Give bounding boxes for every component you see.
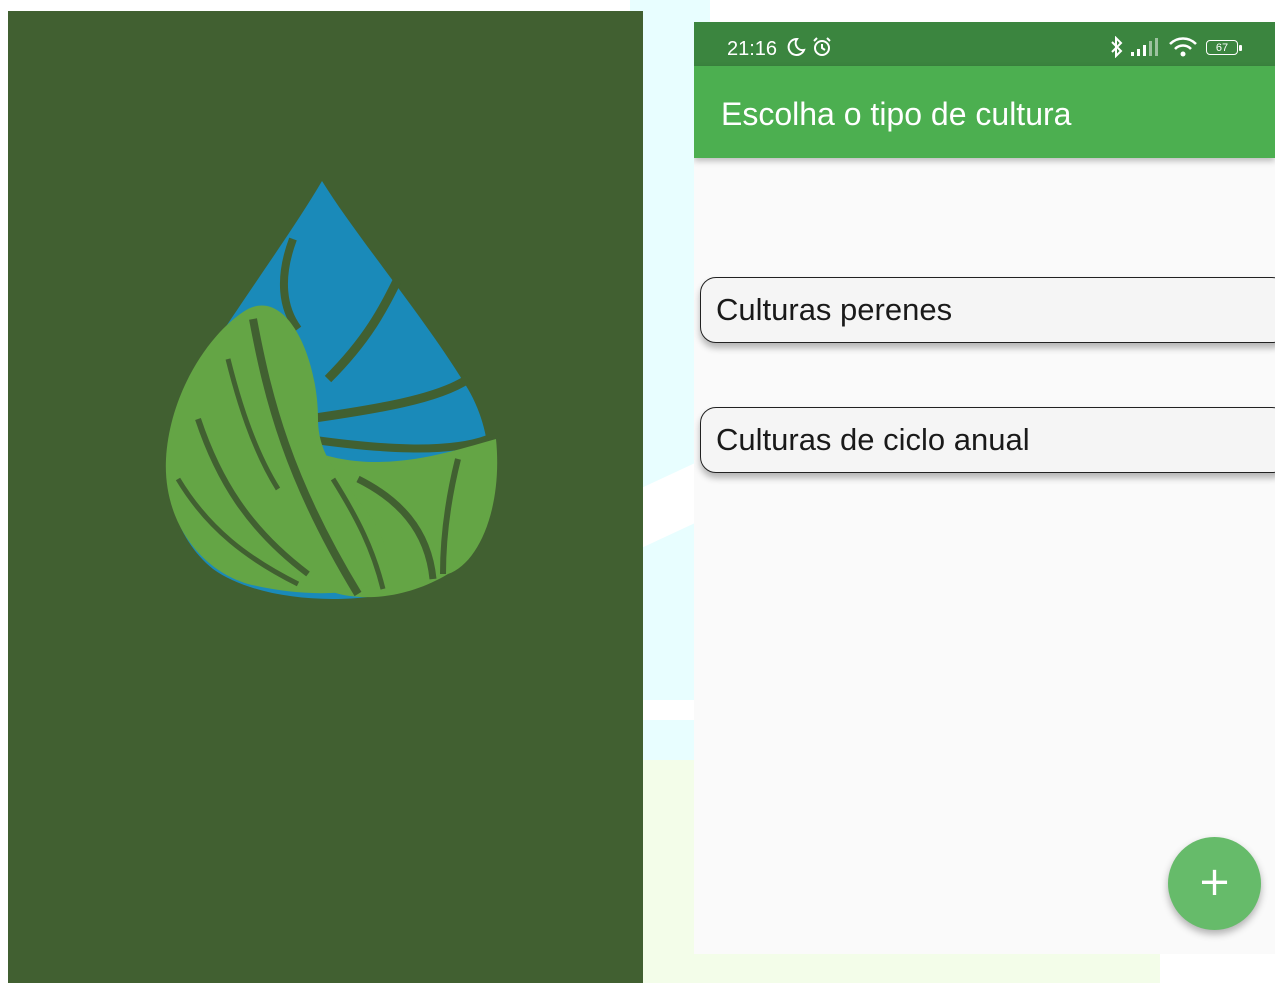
- culturas-perenes-button[interactable]: Culturas perenes: [700, 277, 1275, 343]
- water-leaf-logo-icon: [165, 181, 498, 599]
- plus-icon: +: [1197, 859, 1232, 905]
- signal-icon: [1131, 38, 1158, 56]
- alarm-icon: [813, 37, 831, 56]
- page-title: Escolha o tipo de cultura: [721, 96, 1072, 132]
- culturas-ciclo-anual-button[interactable]: Culturas de ciclo anual: [700, 407, 1275, 473]
- moon-icon: [787, 37, 806, 56]
- wifi-icon: [1169, 37, 1197, 57]
- splash-screen: [8, 11, 643, 983]
- bluetooth-icon: [1111, 36, 1123, 58]
- battery-icon: 67: [1206, 40, 1242, 55]
- app-bar: Escolha o tipo de cultura: [694, 66, 1275, 158]
- add-button[interactable]: +: [1168, 837, 1261, 930]
- app-screen: 21:16 67 Escolha o tipo de cultura Cultu…: [694, 22, 1275, 954]
- status-time: 21:16: [727, 38, 778, 60]
- status-bar: 21:16 67: [694, 22, 1275, 66]
- decoration-white-stripe: [640, 700, 700, 720]
